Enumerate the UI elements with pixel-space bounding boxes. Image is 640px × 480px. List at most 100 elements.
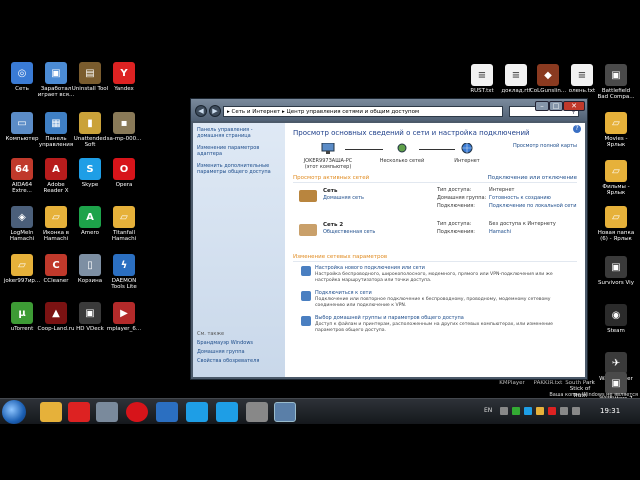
maximize-button[interactable]: □ xyxy=(549,101,563,111)
volume-tray-icon[interactable] xyxy=(572,407,580,415)
task-title[interactable]: Выбор домашней группы и параметров общег… xyxy=(315,315,577,321)
map-node-internet-label: Интернет xyxy=(454,158,480,164)
map-node-computer-label: JOKER997ЗАША-PC (этот компьютер) xyxy=(303,158,353,170)
tray-icon-2[interactable] xyxy=(512,407,520,415)
start-button[interactable] xyxy=(2,400,26,424)
tray-icon-1[interactable] xyxy=(500,407,508,415)
language-indicator[interactable]: EN xyxy=(484,407,492,414)
link-full-map[interactable]: Просмотр полной карты xyxy=(513,143,577,149)
task-connect-network[interactable]: Подключиться к сети Подключение или повт… xyxy=(293,290,577,310)
task-homegroup[interactable]: Выбор домашней группы и параметров общег… xyxy=(293,315,577,335)
media-taskbar-icon[interactable] xyxy=(156,402,178,422)
app-icon: ◉ xyxy=(605,304,627,326)
connection-link[interactable]: Hamachi xyxy=(489,229,511,235)
app-icon: S xyxy=(79,158,101,180)
homegroup-link[interactable]: Готовность к созданию xyxy=(489,195,551,201)
map-node-internet: Интернет xyxy=(447,142,487,164)
app-icon: C xyxy=(45,254,67,276)
link-connect-disconnect[interactable]: Подключение или отключение xyxy=(488,175,577,181)
change-settings-title: Изменение сетевых параметров xyxy=(293,254,388,260)
desktop-icon[interactable]: ◉ Steam xyxy=(594,304,638,334)
app-taskbar-icon[interactable] xyxy=(96,402,118,422)
app-icon: ▣ xyxy=(605,256,627,278)
desktop-icon-label: mplayer_6... xyxy=(106,326,142,332)
task-title[interactable]: Настройка нового подключения или сети xyxy=(315,265,577,271)
desktop-icon-label: DAEMON Tools Lite xyxy=(111,278,137,291)
desktop-icon[interactable]: Y Yandex xyxy=(102,62,146,92)
link-firewall[interactable]: Брандмауэр Windows xyxy=(197,340,259,346)
network-properties: Тип доступа: Без доступа к Интернету Подк… xyxy=(437,220,556,236)
link-internet-options[interactable]: Свойства обозревателя xyxy=(197,358,259,364)
tray-icon-4[interactable] xyxy=(536,407,544,415)
active-networks-header: Просмотр активных сетей Подключение или … xyxy=(293,175,577,183)
see-also-section: См. также Брандмауэр Windows Домашняя гр… xyxy=(197,331,259,367)
help-icon[interactable]: ? xyxy=(573,125,581,133)
desktop-icon-label: KMPlayer xyxy=(499,380,525,386)
back-button[interactable]: ◀ xyxy=(195,105,207,117)
network-icon xyxy=(397,143,407,153)
homegroup-label: Домашняя группа: xyxy=(437,195,487,201)
app-icon: ▱ xyxy=(605,112,627,134)
address-bar[interactable]: ▸ Сеть и Интернет ▸ Центр управления сет… xyxy=(223,106,503,117)
desktop-icon[interactable]: ▣ Battlefield Bad Compa... xyxy=(594,64,638,101)
opera-taskbar-icon[interactable] xyxy=(126,402,148,422)
window-titlebar[interactable]: ◀ ▶ ▸ Сеть и Интернет ▸ Центр управления… xyxy=(191,99,587,121)
app-icon: µ xyxy=(11,302,33,324)
desktop-icon[interactable]: ▱ Фильмы - Ярлык xyxy=(594,160,638,197)
network-entry: Сеть 2 Общественная сеть Тип доступа: Без… xyxy=(293,220,577,250)
desktop-icon-label: Новая папка (6) - Ярлык xyxy=(597,230,635,243)
desktop-icon[interactable]: ▱ Movies - Ярлык xyxy=(594,112,638,149)
desktop-icon[interactable]: ▪ sa-mp-000... xyxy=(102,112,146,142)
clock[interactable]: 19:31 xyxy=(600,407,620,415)
desktop-icon[interactable]: KMPlayer xyxy=(494,380,530,386)
network-type-link[interactable]: Общественная сеть xyxy=(323,229,375,235)
desktop-icon[interactable]: ▶ mplayer_6... xyxy=(102,302,146,332)
globe-icon xyxy=(461,142,473,154)
app-icon: ▱ xyxy=(113,206,135,228)
app-icon: ▦ xyxy=(45,112,67,134)
tray-icon-3[interactable] xyxy=(524,407,532,415)
app-icon: ≡ xyxy=(505,64,527,86)
minimize-button[interactable]: – xyxy=(535,101,549,111)
desktop-icon[interactable]: ▱ Titanfall Hamachi xyxy=(102,206,146,243)
skype-taskbar-icon[interactable] xyxy=(186,402,208,422)
task-new-connection[interactable]: Настройка нового подключения или сети На… xyxy=(293,265,577,285)
app-icon: ≡ xyxy=(471,64,493,86)
app-icon: ▯ xyxy=(79,254,101,276)
homegroup-icon xyxy=(301,316,311,326)
app-icon: A xyxy=(79,206,101,228)
skype-2-taskbar-icon[interactable] xyxy=(216,402,238,422)
public-network-icon xyxy=(299,224,317,236)
desktop-icon[interactable]: O Opera xyxy=(102,158,146,188)
desktop-icon[interactable]: ▱ Новая папка (6) - Ярлык xyxy=(594,206,638,243)
forward-button[interactable]: ▶ xyxy=(209,105,221,117)
network-type-link[interactable]: Домашняя сеть xyxy=(323,195,364,201)
app-icon: ▱ xyxy=(605,206,627,228)
connections-label: Подключения: xyxy=(437,203,475,209)
see-also-label: См. также xyxy=(197,331,225,337)
link-homegroup[interactable]: Домашняя группа xyxy=(197,349,259,355)
app-icon: A xyxy=(45,158,67,180)
access-type-value: Интернет xyxy=(489,187,515,193)
desktop-icon[interactable]: ▣ Survivors Viy xyxy=(594,256,638,286)
tray-icon-5[interactable] xyxy=(548,407,556,415)
app-icon: ✈ xyxy=(605,352,627,374)
link-advanced-sharing[interactable]: Изменить дополнительные параметры общего… xyxy=(197,163,281,175)
yandex-taskbar-icon[interactable] xyxy=(68,402,90,422)
map-node-networks-label: Несколько сетей xyxy=(379,158,425,164)
desktop-icon-label: Фильмы - Ярлык xyxy=(602,184,630,197)
network-center-taskbar-icon[interactable] xyxy=(274,402,296,422)
app-icon: ▭ xyxy=(11,112,33,134)
close-button[interactable]: ✕ xyxy=(563,101,585,111)
network-tray-icon[interactable] xyxy=(560,407,568,415)
connection-link[interactable]: Подключение по локальной сети xyxy=(489,203,576,209)
access-type-label: Тип доступа: xyxy=(437,187,472,193)
link-control-panel-home[interactable]: Панель управления - домашняя страница xyxy=(197,127,281,139)
desktop-icon[interactable]: PAKKIЯ.txt xyxy=(530,380,566,386)
link-change-adapter-settings[interactable]: Изменение параметров адаптера xyxy=(197,145,281,157)
task-title[interactable]: Подключиться к сети xyxy=(315,290,577,296)
app-icon: ▮ xyxy=(79,112,101,134)
desktop-icon[interactable]: ϟ DAEMON Tools Lite xyxy=(102,254,146,291)
explorer-taskbar-icon[interactable] xyxy=(40,402,62,422)
tools-taskbar-icon[interactable] xyxy=(246,402,268,422)
